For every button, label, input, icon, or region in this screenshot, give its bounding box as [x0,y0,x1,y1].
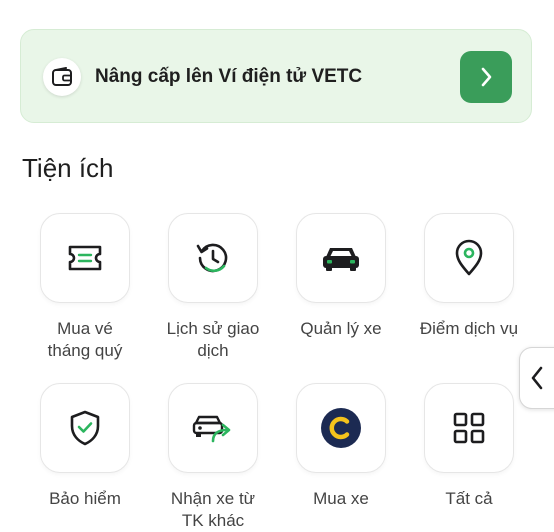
buy-vehicle-button[interactable] [296,383,386,473]
location-pin-icon [455,239,483,276]
chevron-left-icon [531,366,543,390]
side-collapse-tab[interactable] [519,347,554,409]
transaction-history-button[interactable] [168,213,258,303]
upgrade-wallet-banner[interactable]: Nâng cấp lên Ví điện tử VETC [20,29,532,123]
upgrade-arrow-button[interactable] [460,51,512,103]
utility-label: Mua xe [313,489,369,508]
utility-label: Mua vé tháng quý [47,319,123,360]
wallet-icon [43,58,81,96]
car-icon [323,248,359,271]
ticket-icon [68,245,102,271]
shield-check-icon [70,410,100,446]
all-utilities-button[interactable] [424,383,514,473]
utility-label: Điểm dịch vụ [419,319,519,338]
buy-ticket-button[interactable] [40,213,130,303]
history-icon [196,243,228,273]
utility-label: Nhận xe từ TK khác [170,489,256,530]
car-transfer-icon [192,415,231,443]
banner-text: Nâng cấp lên Ví điện tử VETC [95,66,363,87]
utility-label: Quản lý xe [300,319,382,338]
section-title: Tiện ích [22,153,114,183]
utility-label: Lịch sử giao dịch [166,319,260,360]
coin-icon [321,408,361,448]
chevron-right-icon [481,67,492,87]
utility-label: Tất cả [445,489,493,508]
utility-label: Bảo hiểm [49,489,121,508]
vehicle-management-button[interactable] [296,213,386,303]
receive-vehicle-button[interactable] [168,383,258,473]
insurance-button[interactable] [40,383,130,473]
grid-icon [453,412,485,444]
service-points-button[interactable] [424,213,514,303]
